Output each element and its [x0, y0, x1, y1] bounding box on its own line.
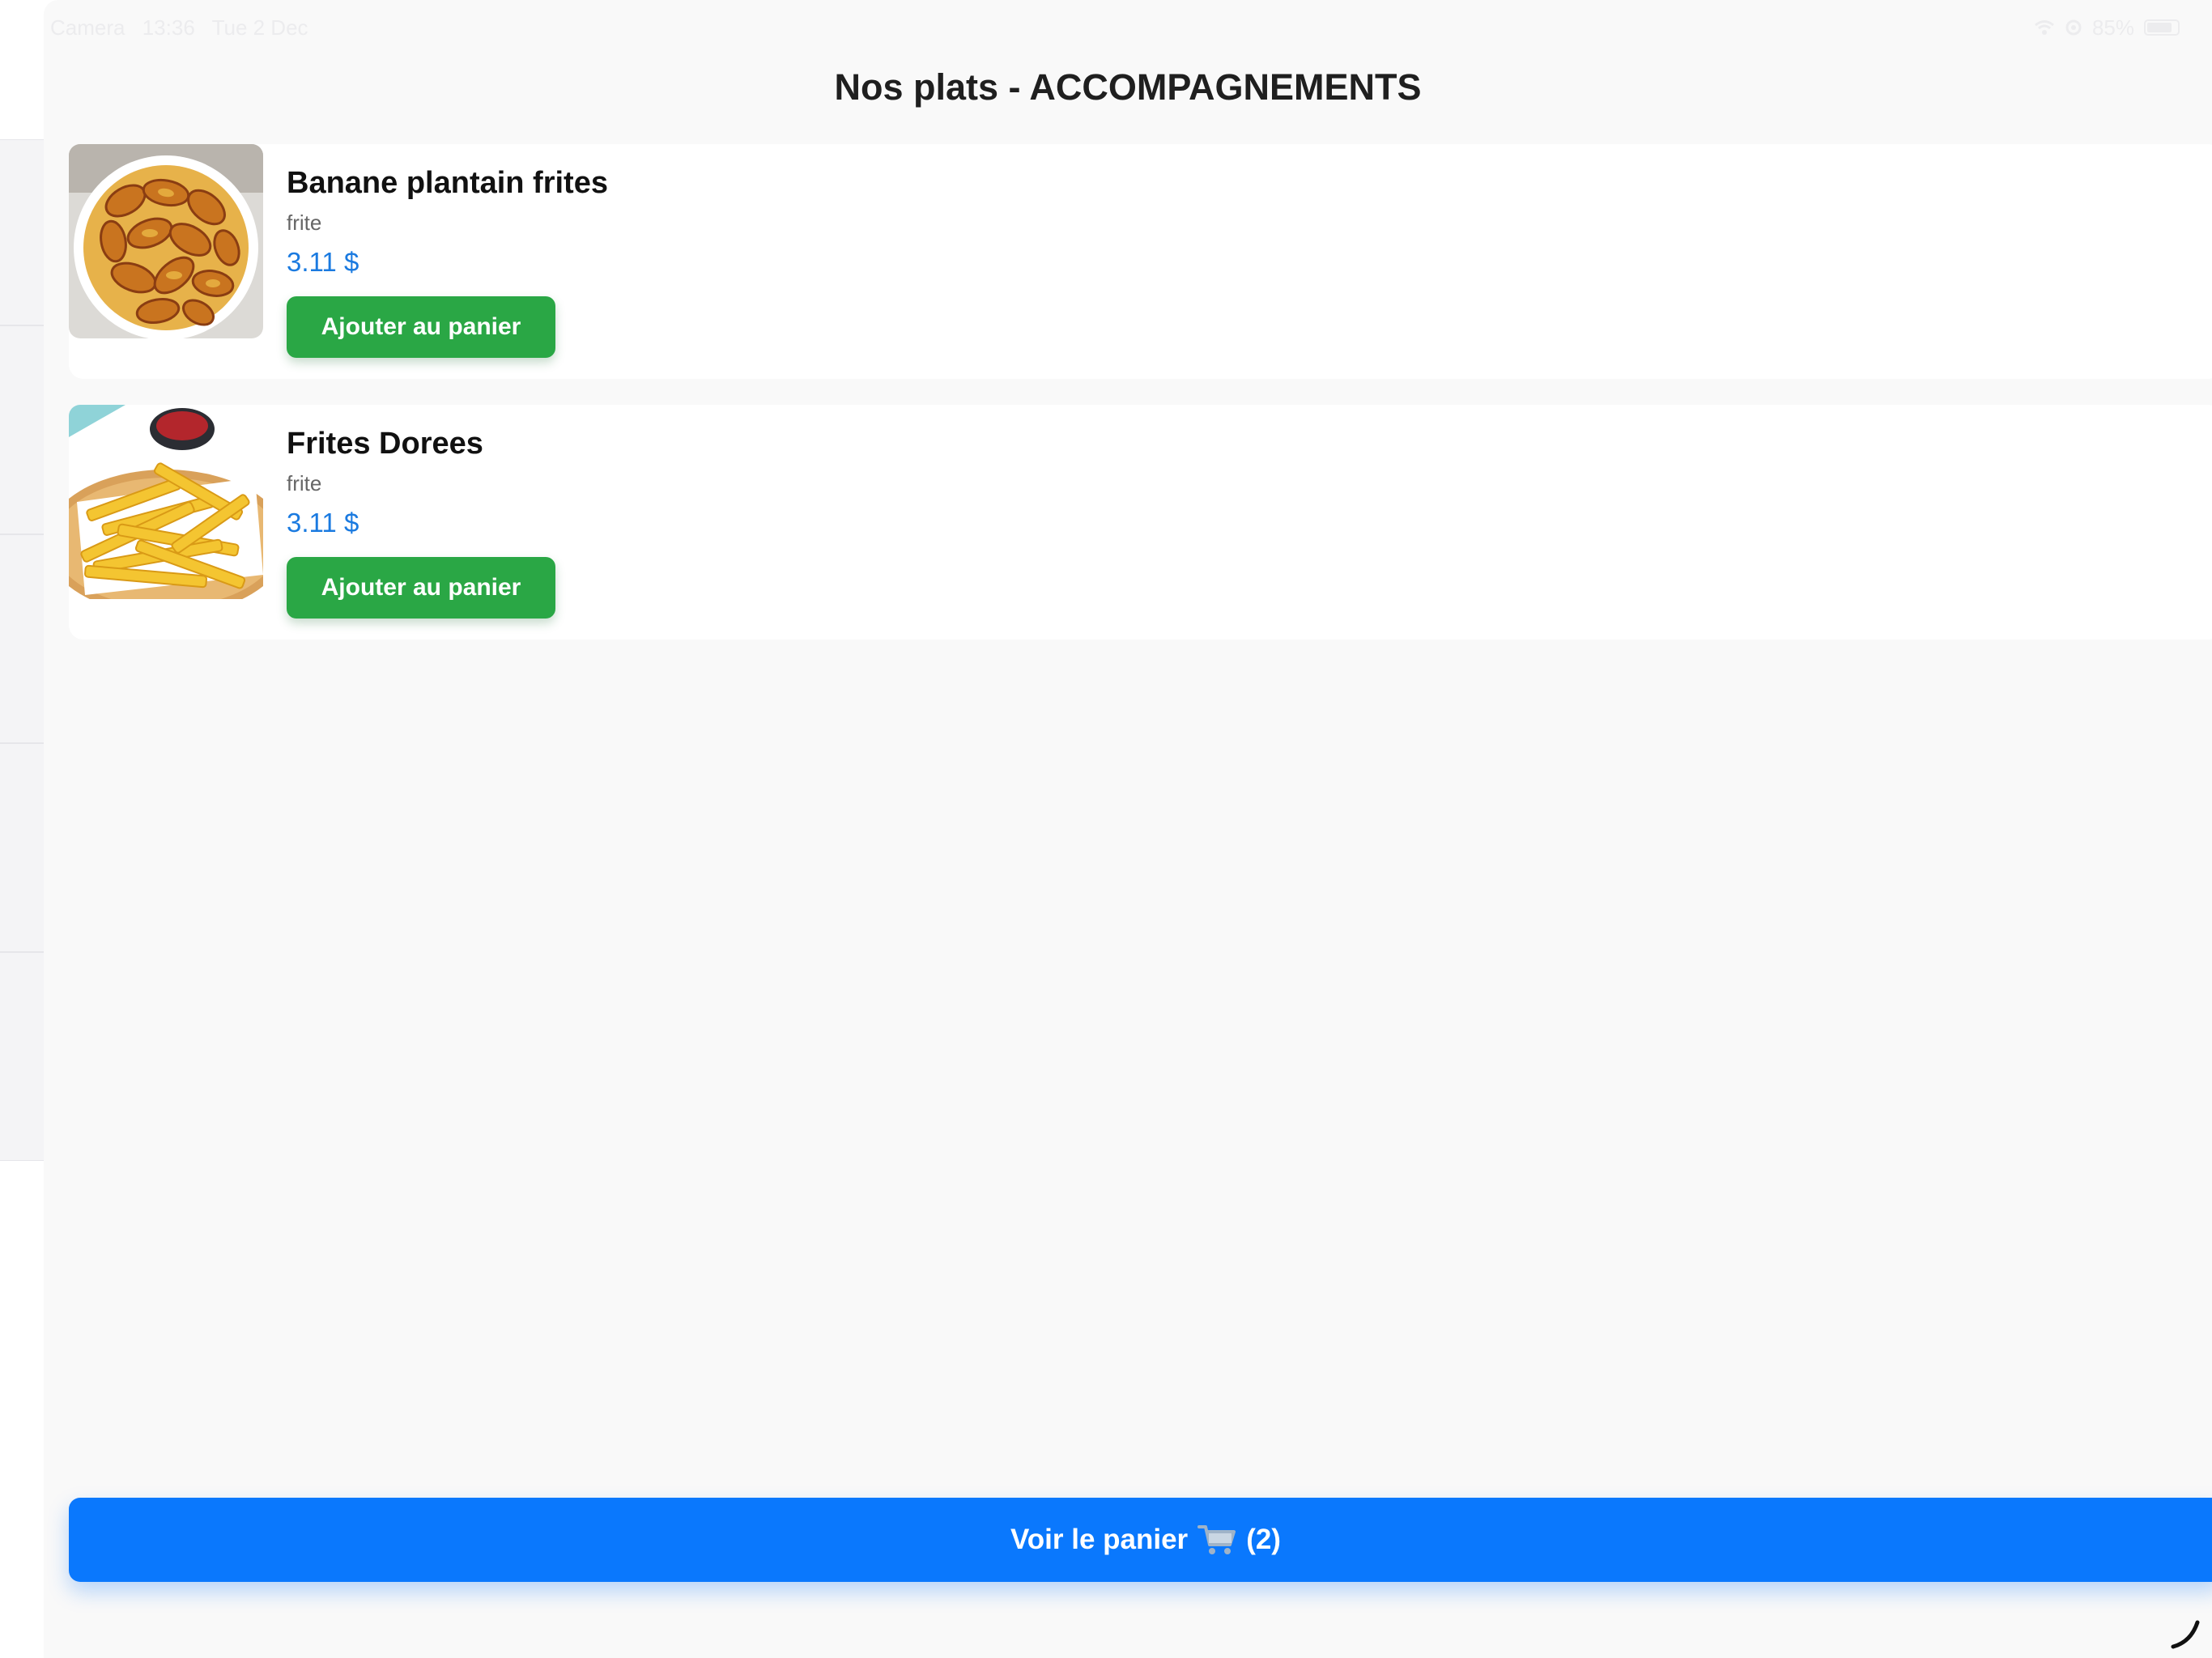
product-card: Frites Dorees frite 3.11 $ Ajouter au pa… — [69, 405, 2212, 640]
menu-sheet: Nos plats - ACCOMPAGNEMENTS Banane plant… — [44, 0, 2212, 1658]
product-name: Frites Dorees — [287, 427, 483, 461]
fried-plantain-photo — [69, 144, 263, 338]
battery-icon — [2144, 19, 2180, 36]
view-cart-button[interactable]: Voir le panier (2) — [69, 1498, 2212, 1582]
status-right: 85% — [2034, 15, 2180, 40]
product-description: frite — [287, 210, 322, 235]
location-icon — [2065, 19, 2082, 36]
wifi-icon — [2035, 20, 2054, 35]
product-description: frite — [287, 471, 322, 495]
french-fries-photo — [69, 405, 263, 599]
status-date: Tue 2 Dec — [211, 15, 308, 40]
background-list-row — [0, 534, 49, 743]
cart-count: (2) — [1246, 1524, 1281, 1555]
product-card: Banane plantain frites frite 3.11 $ Ajou… — [69, 144, 2212, 379]
background-list-row — [0, 139, 49, 325]
product-info: Frites Dorees frite 3.11 $ Ajouter au pa… — [263, 405, 555, 640]
product-name: Banane plantain frites — [287, 166, 608, 200]
loading-spinner-icon — [2171, 1620, 2200, 1649]
status-app: Camera — [50, 15, 125, 40]
background-list-row — [0, 325, 49, 534]
product-info: Banane plantain frites frite 3.11 $ Ajou… — [263, 144, 608, 379]
background-list — [0, 0, 49, 1658]
status-bar: Camera 13:36 Tue 2 Dec 85% — [49, 11, 2212, 44]
page-title: Nos plats - ACCOMPAGNEMENTS — [834, 66, 1422, 108]
status-time: 13:36 — [142, 15, 195, 40]
add-to-cart-button[interactable]: Ajouter au panier — [287, 557, 555, 619]
cart-button-label: Voir le panier — [1010, 1524, 1189, 1555]
status-left: Camera 13:36 Tue 2 Dec — [50, 15, 320, 40]
product-price: 3.11 $ — [287, 508, 359, 538]
background-list-row — [0, 952, 49, 1161]
shopping-cart-icon — [1197, 1524, 1236, 1556]
background-list-row — [0, 743, 49, 952]
product-price: 3.11 $ — [287, 247, 359, 277]
add-to-cart-button[interactable]: Ajouter au panier — [287, 296, 555, 358]
battery-percentage: 85% — [2091, 15, 2134, 40]
